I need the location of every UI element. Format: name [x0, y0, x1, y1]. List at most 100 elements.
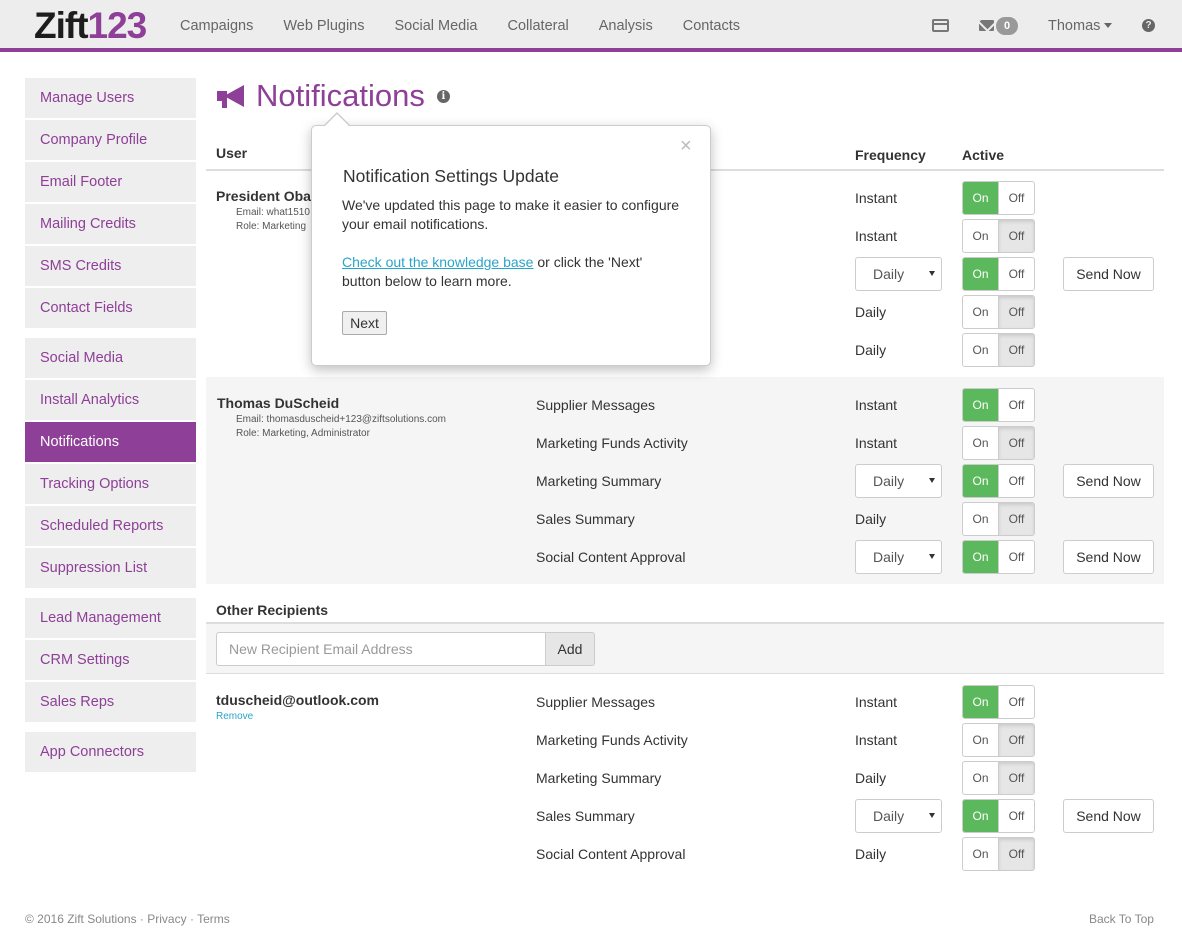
sidebar-item-lead-management[interactable]: Lead Management	[25, 598, 196, 638]
toggle-off[interactable]: Off	[999, 427, 1034, 459]
toggle-off[interactable]: Off	[999, 762, 1034, 794]
user2-marketing-summary-frequency-select[interactable]: Daily	[855, 464, 942, 498]
sidebar-item-social-media[interactable]: Social Media	[25, 338, 196, 378]
user-menu[interactable]: Thomas	[1048, 0, 1113, 52]
popover-intro-text: We've updated this page to make it easie…	[342, 197, 680, 232]
user1-row-active-toggle: On Off	[962, 219, 1035, 253]
toggle-on[interactable]: On	[963, 465, 999, 497]
select-value: Daily	[873, 808, 905, 824]
sidebar-item-crm-settings[interactable]: CRM Settings	[25, 640, 196, 680]
terms-link[interactable]: Terms	[197, 912, 230, 926]
sidebar-item-manage-users[interactable]: Manage Users	[25, 78, 196, 118]
sidebar-item-mailing-credits[interactable]: Mailing Credits	[25, 204, 196, 244]
bullhorn-icon	[216, 84, 246, 108]
user1-row-frequency-select[interactable]: Daily	[855, 257, 942, 291]
chevron-down-icon	[929, 813, 935, 818]
nav-campaigns[interactable]: Campaigns	[165, 0, 268, 52]
toggle-on[interactable]: On	[963, 182, 999, 214]
sidebar-item-app-connectors[interactable]: App Connectors	[25, 732, 196, 772]
toggle-off[interactable]: Off	[999, 182, 1034, 214]
toggle-off[interactable]: Off	[999, 724, 1034, 756]
toggle-on[interactable]: On	[963, 541, 999, 573]
chevron-down-icon	[929, 554, 935, 559]
toggle-off[interactable]: Off	[999, 389, 1034, 421]
user2-marketing-summary-send-now-button[interactable]: Send Now	[1063, 464, 1154, 498]
popover-arrow-fill	[324, 114, 350, 127]
column-header-frequency: Frequency	[855, 147, 926, 163]
sidebar-item-email-footer[interactable]: Email Footer	[25, 162, 196, 202]
toggle-on[interactable]: On	[963, 686, 999, 718]
mail-count-badge[interactable]: 0	[996, 17, 1018, 35]
sidebar-item-install-analytics[interactable]: Install Analytics	[25, 380, 196, 420]
nav-contacts[interactable]: Contacts	[668, 0, 755, 52]
remove-recipient-link[interactable]: Remove	[216, 711, 253, 722]
recipient-sales-summary-frequency-select[interactable]: Daily	[855, 799, 942, 833]
sidebar-item-sms-credits[interactable]: SMS Credits	[25, 246, 196, 286]
logo-number: 123	[87, 5, 148, 46]
sidebar-item-sales-reps[interactable]: Sales Reps	[25, 682, 196, 722]
user-role: Role: Marketing, Administrator	[236, 428, 370, 439]
user1-row-send-now-button[interactable]: Send Now	[1063, 257, 1154, 291]
nav-social-media[interactable]: Social Media	[379, 0, 492, 52]
toggle-on[interactable]: On	[963, 389, 999, 421]
user2-social-content-approval-frequency-select[interactable]: Daily	[855, 540, 942, 574]
sidebar-item-company-profile[interactable]: Company Profile	[25, 120, 196, 160]
toggle-on[interactable]: On	[963, 503, 999, 535]
toggle-off[interactable]: Off	[999, 258, 1034, 290]
toggle-on[interactable]: On	[963, 800, 999, 832]
add-recipient-group: New Recipient Email Address Add	[216, 632, 595, 666]
toggle-on[interactable]: On	[963, 334, 999, 366]
separator: ·	[189, 912, 194, 926]
info-icon[interactable]: i	[436, 89, 450, 103]
user1-row-frequency: Instant	[855, 228, 898, 244]
toggle-on[interactable]: On	[963, 296, 999, 328]
recipient-marketing-summary-active-toggle: On Off	[962, 761, 1035, 795]
add-recipient-button[interactable]: Add	[546, 632, 595, 666]
logo-text: Zift	[34, 5, 89, 46]
page-title: Notifications i	[216, 76, 450, 116]
toggle-off[interactable]: Off	[999, 334, 1034, 366]
user-name: Thomas DuScheid	[217, 395, 340, 411]
close-icon[interactable]: ×	[680, 136, 692, 156]
sidebar-item-contact-fields[interactable]: Contact Fields	[25, 288, 196, 328]
user2-social-content-approval-label: Social Content Approval	[536, 549, 686, 565]
toggle-off[interactable]: Off	[999, 296, 1034, 328]
recipient-supplier-messages-active-toggle: On Off	[962, 685, 1035, 719]
toggle-off[interactable]: Off	[999, 541, 1034, 573]
sidebar-item-scheduled-reports[interactable]: Scheduled Reports	[25, 506, 196, 546]
user2-marketing-summary-label: Marketing Summary	[536, 473, 662, 489]
user2-sales-summary-label: Sales Summary	[536, 511, 635, 527]
envelope-icon[interactable]	[979, 20, 994, 31]
toggle-on[interactable]: On	[963, 258, 999, 290]
toggle-off[interactable]: Off	[999, 465, 1034, 497]
logo[interactable]: Zift123	[34, 5, 148, 46]
user2-social-content-approval-active-toggle: On Off	[962, 540, 1035, 574]
toggle-off[interactable]: Off	[999, 503, 1034, 535]
help-icon[interactable]: ?	[1142, 19, 1155, 32]
toggle-off[interactable]: Off	[999, 838, 1034, 870]
sidebar-item-notifications[interactable]: Notifications	[25, 422, 196, 462]
nav-collateral[interactable]: Collateral	[493, 0, 584, 52]
credit-card-icon[interactable]	[932, 19, 949, 32]
toggle-off[interactable]: Off	[999, 686, 1034, 718]
knowledge-base-link[interactable]: Check out the knowledge base	[342, 254, 533, 270]
toggle-off[interactable]: Off	[999, 220, 1034, 252]
toggle-on[interactable]: On	[963, 427, 999, 459]
new-recipient-email-input[interactable]: New Recipient Email Address	[216, 632, 546, 666]
sidebar-item-tracking-options[interactable]: Tracking Options	[25, 464, 196, 504]
privacy-link[interactable]: Privacy	[147, 912, 186, 926]
back-to-top-link[interactable]: Back To Top	[1089, 912, 1154, 926]
toggle-on[interactable]: On	[963, 724, 999, 756]
toggle-off[interactable]: Off	[999, 800, 1034, 832]
next-button[interactable]: Next	[342, 311, 387, 335]
toggle-on[interactable]: On	[963, 762, 999, 794]
recipient-sales-summary-send-now-button[interactable]: Send Now	[1063, 799, 1154, 833]
toggle-on[interactable]: On	[963, 220, 999, 252]
sidebar-item-suppression-list[interactable]: Suppression List	[25, 548, 196, 588]
nav-web-plugins[interactable]: Web Plugins	[268, 0, 379, 52]
recipient-marketing-summary-label: Marketing Summary	[536, 770, 662, 786]
nav-analysis[interactable]: Analysis	[584, 0, 668, 52]
column-header-user: User	[216, 145, 248, 161]
user2-social-content-approval-send-now-button[interactable]: Send Now	[1063, 540, 1154, 574]
toggle-on[interactable]: On	[963, 838, 999, 870]
